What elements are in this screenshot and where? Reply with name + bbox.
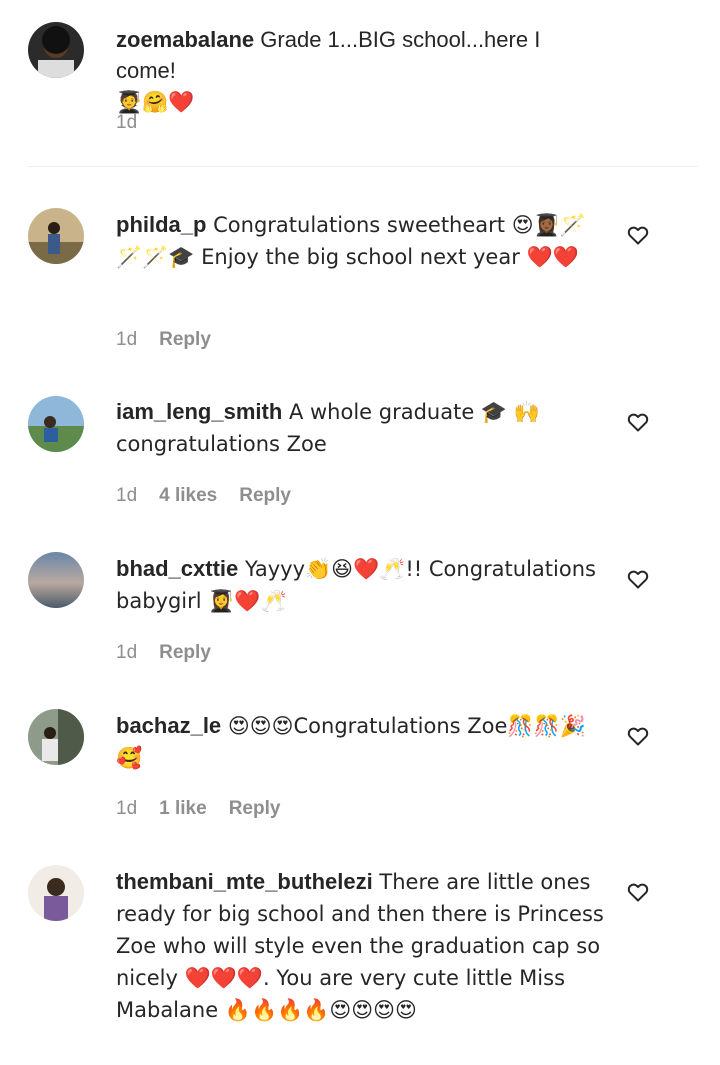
avatar[interactable] [28, 709, 84, 765]
heart-outline-icon[interactable] [626, 880, 650, 904]
timestamp: 1d [116, 485, 138, 506]
reply-button[interactable]: Reply [159, 642, 211, 664]
username[interactable]: philda_p [116, 212, 206, 237]
reply-button[interactable]: Reply [229, 798, 281, 820]
username[interactable]: zoemabalane [116, 27, 254, 52]
timestamp: 1d [116, 112, 138, 133]
avatar[interactable] [28, 22, 84, 78]
username[interactable]: bhad_cxttie [116, 556, 238, 581]
reply-button[interactable]: Reply [159, 329, 211, 351]
heart-outline-icon[interactable] [626, 223, 650, 247]
reply-button[interactable]: Reply [239, 485, 291, 507]
timestamp: 1d [116, 798, 138, 819]
heart-outline-icon[interactable] [626, 724, 650, 748]
avatar[interactable] [28, 552, 84, 608]
username[interactable]: iam_leng_smith [116, 399, 282, 424]
divider [28, 166, 698, 167]
likes-count[interactable]: 4 likes [159, 485, 217, 507]
avatar[interactable] [28, 865, 84, 921]
emoji-line: 🧑‍🎓🤗❤️ [116, 90, 195, 114]
heart-outline-icon[interactable] [626, 567, 650, 591]
timestamp: 1d [116, 642, 138, 663]
avatar[interactable] [28, 396, 84, 452]
username[interactable]: bachaz_le [116, 713, 221, 738]
likes-count[interactable]: 1 like [159, 798, 207, 820]
heart-outline-icon[interactable] [626, 410, 650, 434]
timestamp: 1d [116, 329, 138, 350]
username[interactable]: thembani_mte_buthelezi [116, 869, 373, 894]
avatar[interactable] [28, 208, 84, 264]
